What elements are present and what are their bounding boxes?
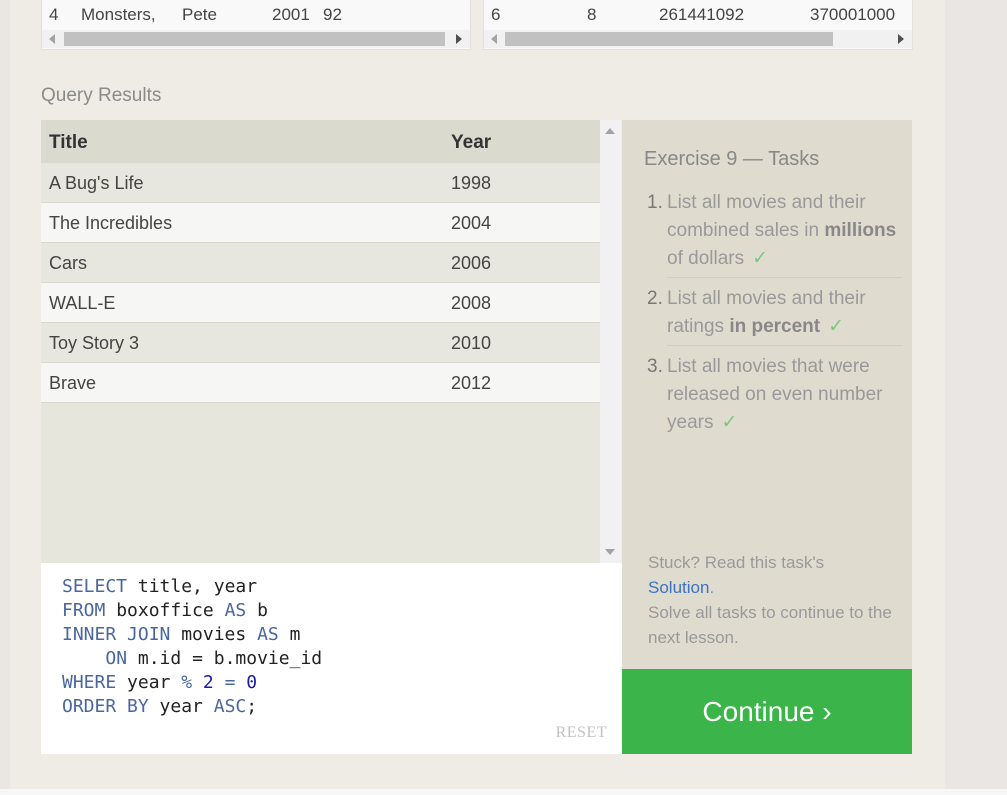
- table-row: Toy Story 3 2010: [41, 323, 600, 363]
- cell-title: Cars: [49, 253, 88, 273]
- task-item: 1. List all movies and their combined sa…: [647, 192, 897, 269]
- cell-title: Monsters,: [81, 5, 156, 24]
- cell-title: A Bug's Life: [49, 173, 144, 193]
- code-line: FROM boxoffice AS b: [62, 600, 268, 621]
- query-results-table: Title Year A Bug's Life 1998 The Incredi…: [41, 120, 621, 563]
- code-line: ORDER BY year ASC;: [62, 696, 258, 717]
- bottom-strip: [0, 789, 1007, 795]
- cell-movie-id: 6: [491, 5, 501, 24]
- table-preview-movies: 4 Monsters, Pete 2001 92: [41, 0, 471, 50]
- cell-title: WALL-E: [49, 293, 116, 313]
- column-header-year: Year: [451, 132, 492, 153]
- cell-year: 2006: [451, 253, 492, 273]
- tasks-title: Exercise 9 — Tasks: [644, 148, 820, 170]
- scrollbar-thumb[interactable]: [64, 32, 445, 46]
- query-results-label: Query Results: [41, 85, 162, 106]
- code-line: WHERE year % 2 = 0: [62, 672, 258, 693]
- table-row: Cars 2006: [41, 243, 600, 283]
- task-item: 2. List all movies and their ratings in …: [647, 288, 866, 337]
- reset-button[interactable]: RESET: [556, 724, 607, 742]
- cell-year: 1998: [451, 173, 492, 193]
- cell-id: 4: [49, 5, 59, 24]
- horizontal-scrollbar[interactable]: [484, 30, 912, 48]
- column-header-title: Title: [49, 132, 88, 153]
- cell-year: 2008: [451, 293, 492, 313]
- scroll-left-icon[interactable]: [491, 34, 497, 44]
- scroll-left-icon[interactable]: [49, 34, 55, 44]
- code-line: ON m.id = b.movie_id: [105, 648, 323, 669]
- cell-rating: 8: [587, 5, 597, 24]
- divider: [667, 345, 902, 346]
- table-row: The Incredibles 2004: [41, 203, 600, 243]
- table-header: Title Year: [41, 120, 600, 163]
- code-line: INNER JOIN movies AS m: [62, 624, 301, 645]
- cell-year: 2004: [451, 213, 492, 233]
- sql-editor[interactable]: SELECT title, year FROM boxoffice AS b I…: [41, 563, 622, 754]
- table-row: WALL-E 2008: [41, 283, 600, 323]
- checkmark-icon: ✓: [721, 412, 738, 433]
- scroll-down-icon[interactable]: [605, 549, 615, 555]
- vertical-scrollbar[interactable]: [600, 120, 621, 563]
- cell-title: Brave: [49, 373, 97, 393]
- cell-year: 2012: [451, 373, 492, 393]
- scroll-up-icon[interactable]: [605, 128, 615, 134]
- cell-title: Toy Story 3: [49, 333, 140, 353]
- checkmark-icon: ✓: [828, 316, 845, 337]
- cell-domestic-sales: 261441092: [659, 5, 745, 24]
- help-text: Stuck? Read this task's Solution. Solve …: [648, 553, 892, 647]
- table-row: A Bug's Life 1998: [41, 163, 600, 203]
- table-row: Brave 2012: [41, 363, 600, 403]
- cell-title: The Incredibles: [49, 213, 173, 233]
- checkmark-icon: ✓: [752, 248, 769, 269]
- scrollbar-thumb[interactable]: [505, 32, 833, 46]
- tasks-panel: Exercise 9 — Tasks 1. List all movies an…: [622, 120, 912, 669]
- table-preview-boxoffice: 6 8 261441092 370001000: [483, 0, 913, 50]
- solution-link[interactable]: Solution: [648, 578, 709, 597]
- cell-director: Pete: [182, 5, 217, 24]
- divider: [667, 277, 902, 278]
- right-gutter: [945, 0, 1007, 795]
- continue-button[interactable]: Continue ›: [622, 669, 912, 754]
- scroll-right-icon[interactable]: [456, 34, 462, 44]
- cell-international-sales: 370001000: [810, 5, 896, 24]
- cell-length: 92: [323, 5, 342, 24]
- cell-year: 2010: [451, 333, 492, 353]
- task-item: 3. List all movies that were released on…: [647, 356, 883, 433]
- cell-year: 2001: [272, 5, 310, 24]
- horizontal-scrollbar[interactable]: [42, 30, 470, 48]
- scroll-right-icon[interactable]: [898, 34, 904, 44]
- code-line: SELECT title, year: [62, 576, 258, 597]
- table-row: 6 8 261441092 370001000: [484, 0, 912, 30]
- table-row: 4 Monsters, Pete 2001 92: [42, 0, 470, 30]
